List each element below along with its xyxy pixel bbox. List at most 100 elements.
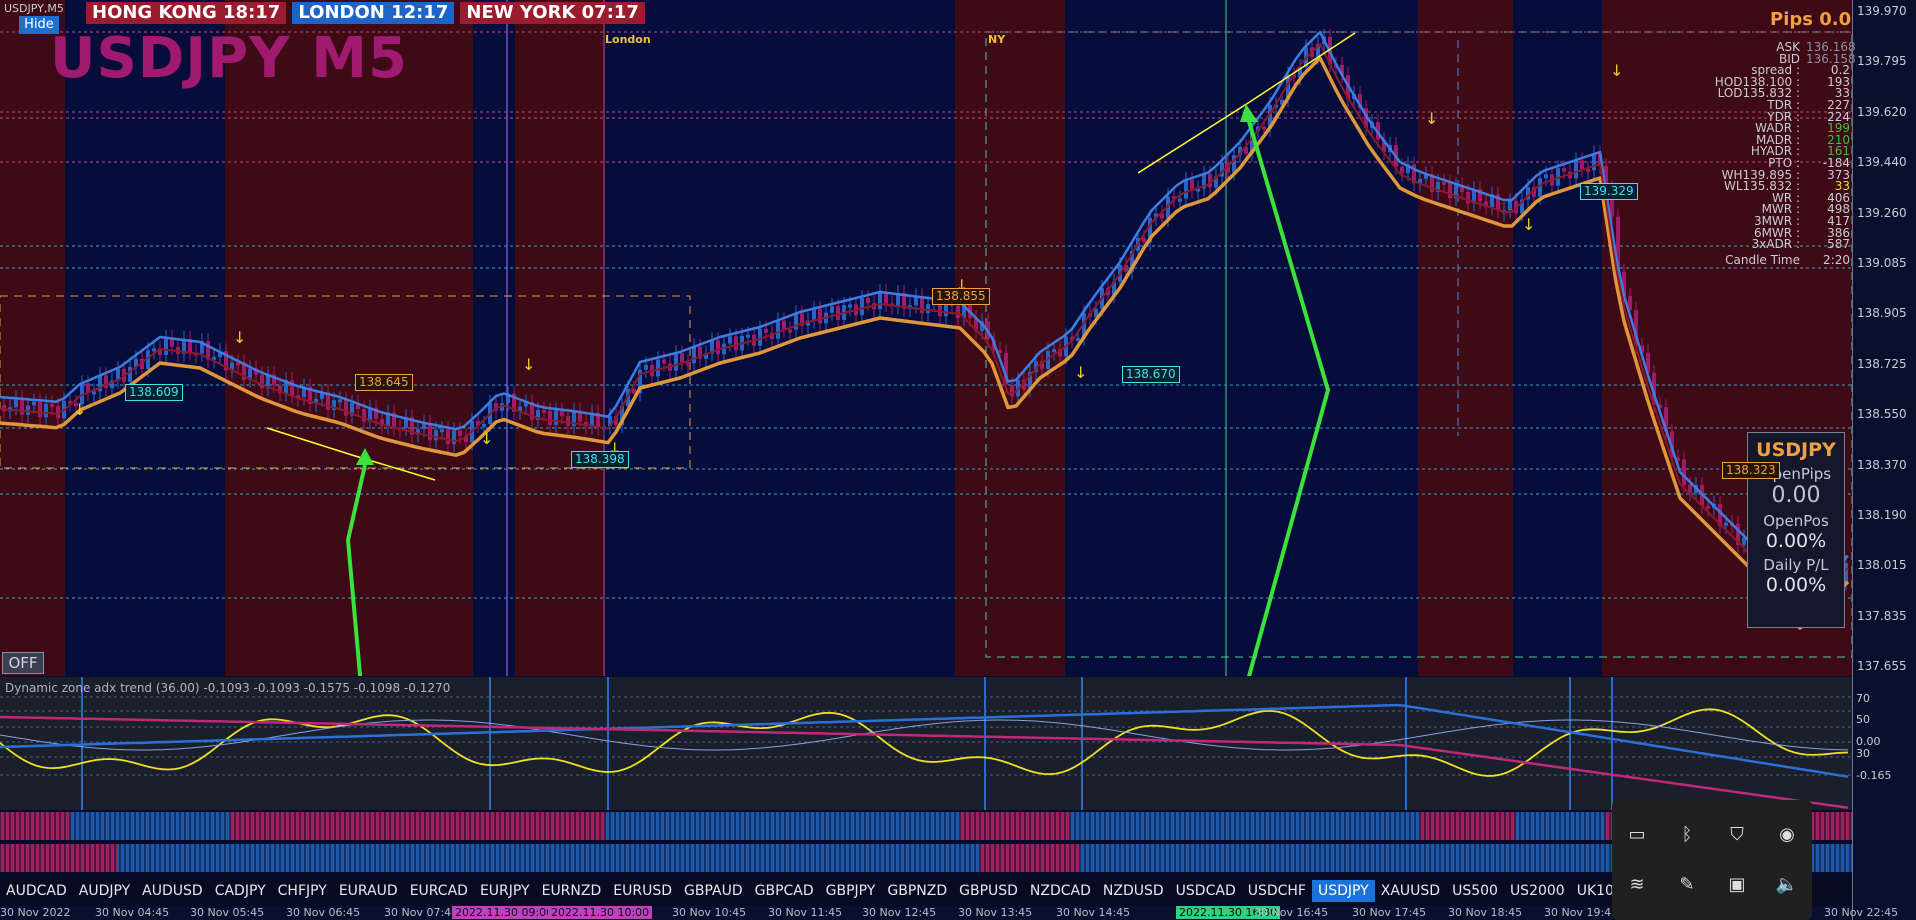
candle-body [860, 297, 864, 316]
candle-body [50, 403, 54, 407]
indicator-chart[interactable] [0, 677, 1852, 810]
symbol-tab-usdjpy[interactable]: USDJPY [1312, 880, 1375, 902]
candle-body [566, 416, 570, 427]
candle-body [26, 405, 30, 415]
open-pips-value: 0.00 [1771, 483, 1821, 508]
symbol-tab-nzdusd[interactable]: NZDUSD [1097, 880, 1170, 902]
defender-icon[interactable]: ⛉ [1723, 821, 1751, 849]
candle-body [674, 353, 678, 371]
candle-body [866, 297, 870, 304]
candle-body [1184, 179, 1188, 199]
symbol-tab-gbpcad[interactable]: GBPCAD [749, 880, 820, 902]
symbol-tab-gbpnzd[interactable]: GBPNZD [881, 880, 953, 902]
candle-body [560, 410, 564, 417]
price-axis-label: 139.085 [1857, 256, 1907, 270]
open-pos-label: OpenPos [1763, 512, 1829, 530]
symbol-tab-nzdcad[interactable]: NZDCAD [1024, 880, 1097, 902]
session-clocks: HONG KONG 18:17 LONDON 12:17 NEW YORK 07:1… [86, 2, 651, 26]
candle-body [716, 340, 720, 355]
price-axis-label: 139.260 [1857, 205, 1907, 220]
symbol-tab-audusd[interactable]: AUDUSD [136, 880, 209, 902]
bluetooth-icon[interactable]: ᛒ [1673, 821, 1701, 849]
volume-icon[interactable]: 🔈 [1773, 871, 1801, 899]
candle-body [1592, 153, 1596, 171]
price-axis[interactable]: 139.970 139.795 139.620 139.440 139.260 139.0… [1852, 0, 1916, 920]
price-axis-label: 138.905 [1857, 306, 1907, 321]
symbol-tab-xauusd[interactable]: XAUUSD [1375, 880, 1446, 902]
signal-arrow: ↓ [480, 429, 493, 448]
candle-body [458, 430, 462, 436]
time-label: 30 Nov 18:45 [1448, 906, 1523, 919]
time-label: 2022.11.30 10:00 [548, 906, 653, 919]
candle-body [446, 429, 450, 445]
symbol-tab-chfjpy[interactable]: CHFJPY [272, 880, 333, 902]
strip-bottom [605, 844, 980, 872]
clock-city: LONDON [298, 2, 385, 23]
signal-arrow: ↓ [1522, 215, 1535, 234]
symbol-tab-usdchf[interactable]: USDCHF [1242, 880, 1312, 902]
display-icon[interactable]: ▣ [1723, 871, 1751, 899]
symbol-tab-audjpy[interactable]: AUDJPY [73, 880, 136, 902]
stat-key: 3xADR : [1751, 237, 1800, 252]
pips-readout: Pips 0.0 [1770, 9, 1852, 30]
candle-body [782, 320, 786, 330]
off-button[interactable]: OFF [2, 652, 44, 674]
symbol-tab-euraud[interactable]: EURAUD [333, 880, 404, 902]
candle-body [1562, 168, 1566, 172]
symbol-tab-us500[interactable]: US500 [1446, 880, 1504, 902]
price-tag: 139.329 [1580, 183, 1638, 200]
symbol-tab-eurcad[interactable]: EURCAD [404, 880, 474, 902]
candle-body [542, 409, 546, 413]
symbol-tab-cadjpy[interactable]: CADJPY [209, 880, 272, 902]
stat-value: 2:20 [1823, 252, 1850, 267]
candle-body [848, 304, 852, 308]
time-label: 30 Nov 05:45 [190, 906, 265, 919]
chrome-icon[interactable]: ◉ [1773, 821, 1801, 849]
candle-body [920, 296, 924, 314]
time-label: 30 Nov 13:45 [958, 906, 1033, 919]
symbol-tab-gbpaud[interactable]: GBPAUD [678, 880, 749, 902]
candle-body [128, 366, 132, 382]
candle-body [644, 364, 648, 370]
time-label: 30 Nov 11:45 [768, 906, 843, 919]
price-axis-label: 138.550 [1857, 407, 1907, 422]
price-tag: 138.398 [571, 451, 629, 468]
indicator-axis-label: 30 [1856, 747, 1870, 760]
time-label: 30 Nov 17:45 [1352, 906, 1427, 919]
london-session-label: London [605, 33, 651, 46]
candle-body [32, 401, 36, 406]
symbol-tab-audcad[interactable]: AUDCAD [0, 880, 73, 902]
trend-strips [0, 812, 1852, 874]
candle-body [554, 410, 558, 425]
clock-city: NEW YORK [466, 2, 576, 23]
clock-city: HONG KONG [92, 2, 217, 23]
signal-arrow: ↓ [1610, 61, 1623, 80]
candle-body [812, 308, 816, 321]
price-axis-label: 138.190 [1857, 508, 1907, 522]
monitor-icon[interactable]: ▭ [1623, 821, 1651, 849]
candle-body [440, 429, 444, 433]
stat-row: 3xADR : 587 [1690, 237, 1850, 252]
candle-body [344, 399, 348, 416]
symbol-tab-gbpusd[interactable]: GBPUSD [953, 880, 1024, 902]
session-backgrounds [0, 0, 1852, 676]
stat-row: WL135.832 :33 [1690, 180, 1850, 193]
indicator-label: Dynamic zone adx trend (36.00) -0.1093 -… [5, 681, 451, 695]
symbol-tab-gbpjpy[interactable]: GBPJPY [820, 880, 882, 902]
symbol-tab-eurjpy[interactable]: EURJPY [474, 880, 536, 902]
candle-body [878, 291, 882, 310]
symbol-tab-us2000[interactable]: US2000 [1504, 880, 1571, 902]
symbol-tab-eurnzd[interactable]: EURNZD [536, 880, 608, 902]
time-label: 30 Nov 04:45 [95, 906, 170, 919]
candle-body [662, 359, 666, 364]
signal-arrow: ↓ [73, 400, 86, 419]
price-tag: 138.323 [1722, 462, 1780, 479]
price-axis-label: 139.440 [1857, 155, 1907, 170]
symbol-tab-usdcad[interactable]: USDCAD [1170, 880, 1242, 902]
price-chart[interactable]: ↓↓↓↓↓↓↓↓↓↓ [0, 0, 1852, 676]
pen-icon[interactable]: ✎ [1673, 871, 1701, 899]
symbol-tab-eurusd[interactable]: EURUSD [607, 880, 678, 902]
candle-body [692, 346, 696, 364]
symbol-tabs: AUDCAD AUDJPY AUDUSD CADJPY CHFJPY EURAUD EURC… [0, 878, 1852, 904]
wifi-icon[interactable]: ≋ [1623, 871, 1651, 899]
